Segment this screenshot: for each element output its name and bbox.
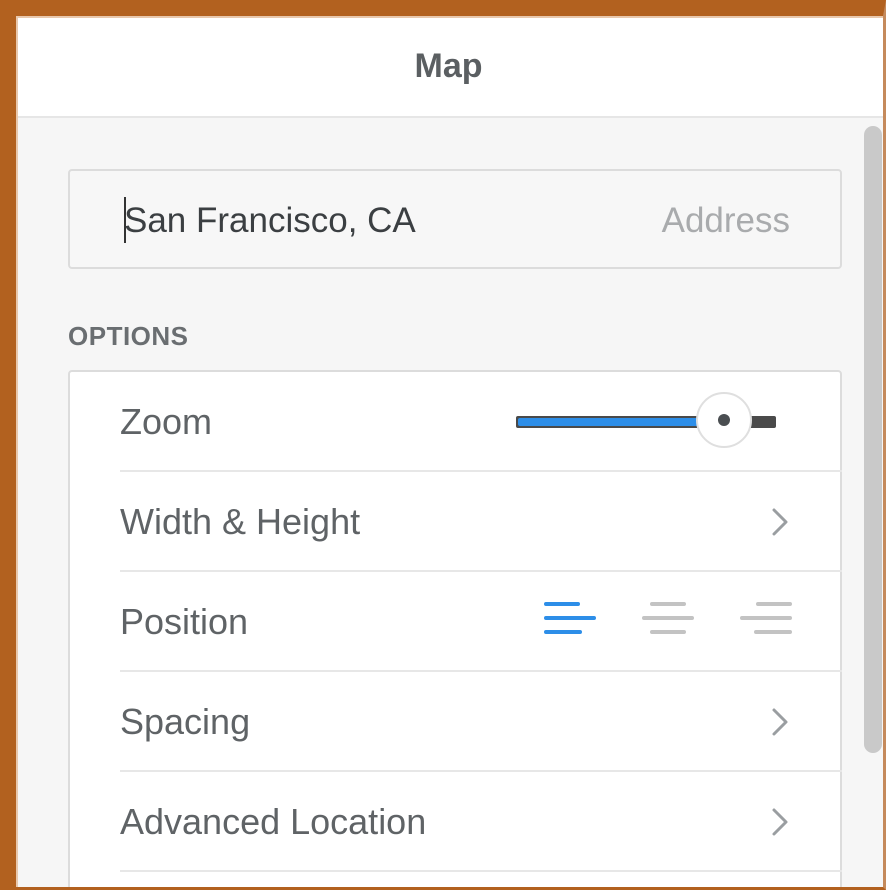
chevron-right-icon[interactable] xyxy=(768,802,792,842)
option-row-width-height[interactable]: Width & Height xyxy=(120,472,842,572)
option-row-spacing[interactable]: Spacing xyxy=(120,672,842,772)
options-panel: Zoom Width & Height Position Spacing Adv… xyxy=(68,370,842,887)
address-field[interactable]: San Francisco, CA Address xyxy=(68,169,842,269)
option-row-advanced-location[interactable]: Advanced Location xyxy=(120,772,842,872)
align-center-icon[interactable] xyxy=(642,598,694,642)
option-row-zoom: Zoom xyxy=(120,372,842,472)
align-right-icon[interactable] xyxy=(740,598,792,642)
options-section-label: OPTIONS xyxy=(68,321,189,351)
address-input[interactable]: San Francisco, CA xyxy=(124,201,416,241)
option-label: Position xyxy=(120,601,249,642)
window-frame: Map San Francisco, CA Address OPTIONS Zo… xyxy=(0,0,886,890)
option-row-position: Position xyxy=(120,572,842,672)
zoom-slider-fill xyxy=(518,418,724,426)
option-label: Zoom xyxy=(120,401,213,442)
option-label: Spacing xyxy=(120,701,251,742)
align-left-icon[interactable] xyxy=(544,598,596,642)
panel-header: Map xyxy=(16,16,883,118)
chevron-right-icon[interactable] xyxy=(768,502,792,542)
option-label: Advanced Location xyxy=(120,801,427,842)
alignment-group xyxy=(544,598,794,642)
zoom-slider[interactable] xyxy=(516,392,776,448)
option-label: Width & Height xyxy=(120,501,361,542)
scrollbar[interactable] xyxy=(864,126,882,753)
zoom-slider-thumb[interactable] xyxy=(696,392,752,448)
address-placeholder: Address xyxy=(661,201,790,240)
chevron-right-icon[interactable] xyxy=(768,702,792,742)
panel-title: Map xyxy=(414,46,483,85)
